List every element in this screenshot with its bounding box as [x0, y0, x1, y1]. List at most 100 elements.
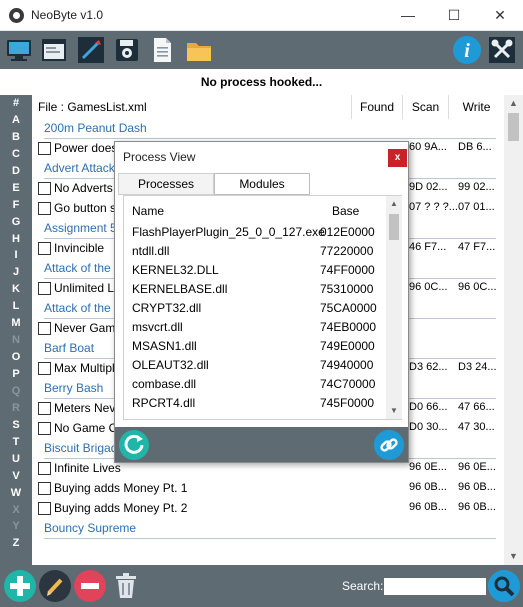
cheat-checkbox[interactable]	[38, 202, 51, 215]
modules-scrollbar[interactable]: ▲ ▼	[386, 196, 402, 419]
alpha-letter[interactable]: Z	[0, 535, 32, 552]
base-column-header[interactable]: Base	[332, 204, 359, 218]
alpha-letter[interactable]: F	[0, 197, 32, 214]
alpha-letter[interactable]: N	[0, 332, 32, 349]
module-row[interactable]: KERNELBASE.dll 75310000	[124, 280, 386, 299]
alpha-letter[interactable]: A	[0, 112, 32, 129]
remove-icon[interactable]	[74, 570, 106, 602]
document-icon[interactable]	[147, 35, 177, 65]
cheat-write: 47 66...	[458, 401, 495, 413]
module-row[interactable]: msvcrt.dll 74EB0000	[124, 318, 386, 337]
alpha-letter[interactable]: L	[0, 298, 32, 315]
module-row[interactable]: combase.dll 74C70000	[124, 375, 386, 394]
pointer-icon[interactable]	[76, 35, 106, 65]
module-base: 77220000	[320, 244, 374, 258]
game-group-header[interactable]: Bouncy Supreme	[32, 519, 504, 539]
trash-icon[interactable]	[110, 570, 142, 602]
alpha-letter[interactable]: P	[0, 366, 32, 383]
search-icon[interactable]	[488, 570, 520, 602]
cheat-write: 96 0C...	[458, 281, 497, 293]
dialog-close-button[interactable]: x	[388, 149, 407, 167]
scroll-thumb[interactable]	[389, 214, 399, 240]
cheat-checkbox[interactable]	[38, 242, 51, 255]
alpha-letter[interactable]: J	[0, 264, 32, 281]
scroll-thumb[interactable]	[508, 113, 519, 141]
cheat-checkbox[interactable]	[38, 402, 51, 415]
game-title: Assignment 5	[44, 221, 117, 235]
cheat-checkbox[interactable]	[38, 462, 51, 475]
alpha-letter[interactable]: Y	[0, 518, 32, 535]
maximize-button[interactable]: ☐	[431, 0, 477, 31]
folder-icon[interactable]	[184, 35, 214, 65]
link-icon[interactable]	[374, 430, 404, 460]
alpha-letter[interactable]: U	[0, 451, 32, 468]
alpha-letter[interactable]: M	[0, 315, 32, 332]
cheat-checkbox[interactable]	[38, 422, 51, 435]
cheat-checkbox[interactable]	[38, 142, 51, 155]
tab-processes[interactable]: Processes	[118, 173, 214, 195]
cheat-checkbox[interactable]	[38, 502, 51, 515]
module-row[interactable]: RPCRT4.dll 745F0000	[124, 394, 386, 413]
write-column-header[interactable]: Write	[449, 95, 504, 119]
cheat-write: DB 6...	[458, 141, 492, 153]
search-input[interactable]	[384, 578, 486, 595]
cheat-name: Infinite Lives	[54, 461, 121, 475]
scroll-down-icon[interactable]: ▼	[386, 403, 402, 419]
module-row[interactable]: OLEAUT32.dll 74940000	[124, 356, 386, 375]
list-scrollbar[interactable]: ▲ ▼	[504, 95, 523, 565]
game-title: Berry Bash	[44, 381, 104, 395]
cheat-checkbox[interactable]	[38, 282, 51, 295]
alpha-letter[interactable]: R	[0, 400, 32, 417]
module-row[interactable]: MSASN1.dll 749E0000	[124, 337, 386, 356]
cheat-scan: D0 30...	[409, 421, 448, 433]
cheat-checkbox[interactable]	[38, 322, 51, 335]
alpha-letter[interactable]: G	[0, 214, 32, 231]
module-row[interactable]: KERNEL32.DLL 74FF0000	[124, 261, 386, 280]
tab-modules[interactable]: Modules	[214, 173, 310, 195]
scroll-down-icon[interactable]: ▼	[504, 548, 523, 565]
module-base: 74940000	[320, 358, 374, 372]
alpha-letter[interactable]: I	[0, 247, 32, 264]
edit-icon[interactable]	[39, 570, 71, 602]
close-button[interactable]: ✕	[477, 0, 523, 31]
alpha-letter[interactable]: K	[0, 281, 32, 298]
cheat-write: 96 0E...	[458, 461, 496, 473]
alpha-letter[interactable]: B	[0, 129, 32, 146]
computer-icon[interactable]	[4, 35, 34, 65]
alpha-letter[interactable]: X	[0, 502, 32, 519]
module-row[interactable]: ntdll.dll 77220000	[124, 242, 386, 261]
game-group-header[interactable]: 200m Peanut Dash	[32, 119, 504, 139]
window-icon[interactable]	[39, 35, 69, 65]
alpha-letter[interactable]: H	[0, 231, 32, 248]
tools-icon[interactable]	[487, 35, 517, 65]
alpha-letter[interactable]: #	[0, 95, 32, 112]
cheat-row[interactable]: Buying adds Money Pt. 2 96 0B... 96 0B...	[32, 499, 504, 519]
minimize-button[interactable]: —	[385, 0, 431, 31]
cheat-scan: 96 0B...	[409, 481, 447, 493]
alpha-letter[interactable]: V	[0, 468, 32, 485]
cheat-checkbox[interactable]	[38, 362, 51, 375]
module-row[interactable]: CRYPT32.dll 75CA0000	[124, 299, 386, 318]
disk-icon[interactable]	[112, 35, 142, 65]
cheat-checkbox[interactable]	[38, 182, 51, 195]
info-icon[interactable]: i	[452, 35, 482, 65]
scan-column-header[interactable]: Scan	[403, 95, 449, 119]
alpha-letter[interactable]: E	[0, 180, 32, 197]
found-column-header[interactable]: Found	[352, 95, 403, 119]
alpha-letter[interactable]: C	[0, 146, 32, 163]
alpha-letter[interactable]: D	[0, 163, 32, 180]
alpha-letter[interactable]: Q	[0, 383, 32, 400]
module-row[interactable]: FlashPlayerPlugin_25_0_0_127.exe 012E0000	[124, 223, 386, 242]
alpha-letter[interactable]: W	[0, 485, 32, 502]
scroll-up-icon[interactable]: ▲	[504, 95, 523, 112]
refresh-icon[interactable]	[119, 430, 149, 460]
add-icon[interactable]	[4, 570, 36, 602]
alpha-letter[interactable]: T	[0, 434, 32, 451]
alpha-letter[interactable]: S	[0, 417, 32, 434]
alpha-letter[interactable]: O	[0, 349, 32, 366]
cheat-checkbox[interactable]	[38, 482, 51, 495]
cheat-row[interactable]: Buying adds Money Pt. 1 96 0B... 96 0B...	[32, 479, 504, 499]
scroll-up-icon[interactable]: ▲	[386, 196, 402, 212]
cheat-write: 96 0B...	[458, 501, 496, 513]
name-column-header[interactable]: Name	[132, 204, 164, 218]
